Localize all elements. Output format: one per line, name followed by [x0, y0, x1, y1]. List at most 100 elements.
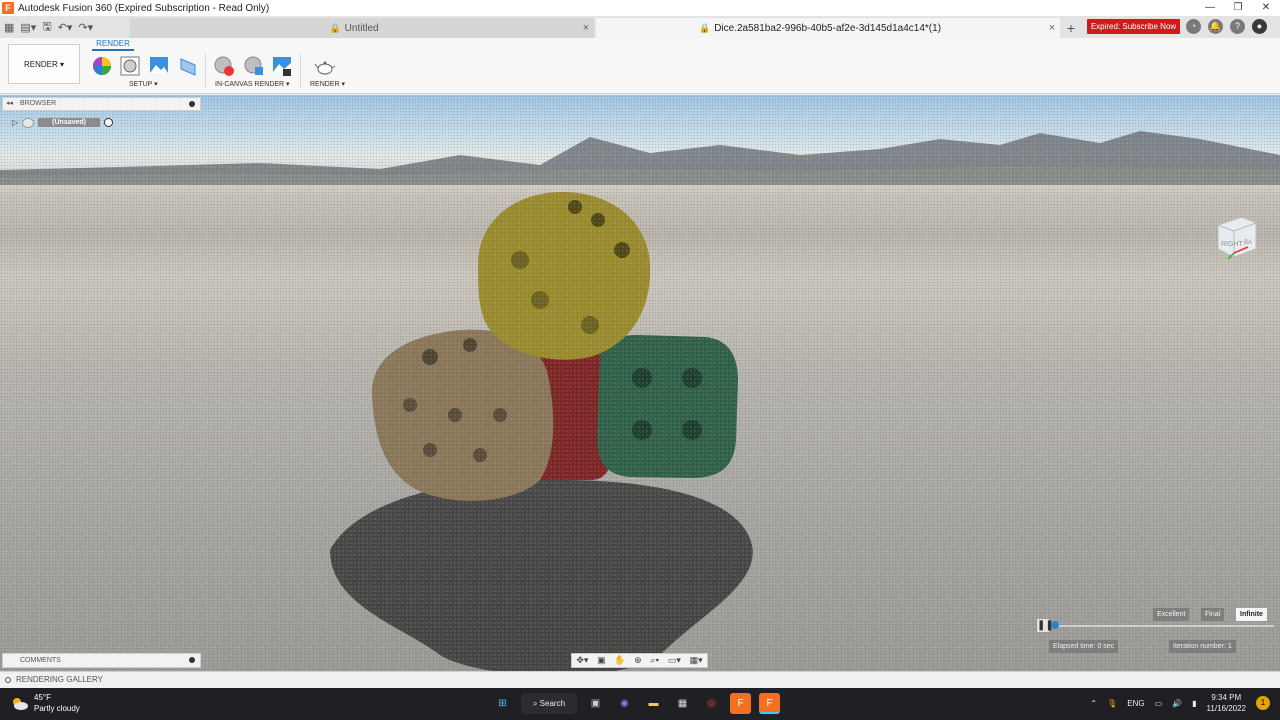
browser-title: BROWSER — [20, 100, 57, 107]
view-cube[interactable]: RIGHT BA — [1214, 213, 1260, 259]
grid-menu-icon[interactable]: ▦ — [4, 21, 14, 34]
quality-infinite[interactable]: Infinite — [1236, 608, 1267, 621]
lock-icon: 🔒 — [698, 22, 711, 33]
fusion-logo-icon: F — [2, 2, 14, 14]
clock-date: 11/16/2022 — [1206, 704, 1246, 713]
notification-badge[interactable]: 1 — [1256, 696, 1270, 710]
tab-untitled[interactable]: 🔒 Untitled × — [130, 18, 594, 38]
close-tab-icon[interactable]: × — [578, 22, 594, 34]
display-settings-icon[interactable]: ▭▾ — [668, 655, 681, 666]
comments-title: COMMENTS — [20, 657, 61, 664]
look-at-icon[interactable]: ▣ — [597, 655, 606, 666]
close-window-button[interactable]: ✕ — [1252, 0, 1280, 16]
browser-root-item[interactable]: ▷ (Unsaved) — [12, 116, 124, 129]
workspace-switcher[interactable]: RENDER ▾ — [8, 44, 80, 84]
pin-icon[interactable] — [189, 101, 195, 107]
tab-dice[interactable]: 🔒 Dice.2a581ba2-996b-40b5-af2e-3d145d1a4c… — [596, 18, 1060, 38]
redo-icon[interactable]: ↷▾ — [78, 21, 93, 34]
battery-icon[interactable]: ▮ — [1192, 699, 1196, 708]
file-menu-icon[interactable]: ▤▾ — [20, 21, 36, 34]
job-status-icon[interactable]: ◔ — [1186, 19, 1201, 34]
windows-taskbar: 45°F Partly cloudy ⊞ ⌕ Search ▣ ◉ ▬ ▦ ◎ … — [0, 688, 1280, 720]
file-explorer-icon[interactable]: ▬ — [643, 693, 664, 714]
search-icon: ⌕ — [532, 699, 540, 708]
lock-icon: 🔒 — [329, 22, 341, 33]
stop-render-icon[interactable] — [213, 55, 235, 77]
network-icon[interactable]: ▭ — [1155, 699, 1163, 708]
language-indicator[interactable]: ENG — [1127, 699, 1144, 708]
fusion-app-icon[interactable]: F — [730, 693, 751, 714]
ribbon-divider — [205, 54, 206, 88]
pause-render-button[interactable]: ❚❚ — [1037, 619, 1054, 632]
volume-icon[interactable]: 🔊 — [1172, 699, 1182, 708]
temperature: 45°F — [34, 693, 51, 702]
render-viewport[interactable]: RIGHT BA — [0, 95, 1280, 671]
fit-icon[interactable]: ⌕▾ — [650, 655, 659, 666]
zoom-icon[interactable]: ⊕ — [634, 655, 642, 666]
fusion-app-active-icon[interactable]: F — [759, 693, 780, 714]
root-item-name[interactable]: (Unsaved) — [38, 118, 100, 127]
scene-settings-icon[interactable] — [119, 55, 141, 77]
pan-icon[interactable]: ✋ — [614, 655, 625, 666]
ribbon-divider — [300, 54, 301, 88]
save-icon[interactable]: 🖫 — [42, 18, 51, 37]
search-label: Search — [539, 699, 566, 708]
windows-start-icon[interactable]: ⊞ — [492, 693, 513, 714]
help-icon[interactable]: ? — [1230, 19, 1245, 34]
partly-cloudy-icon — [13, 698, 28, 710]
teams-chat-icon[interactable]: ◉ — [614, 693, 635, 714]
navigation-bar: ✥▾ ▣ ✋ ⊕ ⌕▾ ▭▾ ▦▾ — [571, 653, 708, 668]
subscribe-button[interactable]: Expired: Subscribe Now — [1087, 19, 1180, 34]
header-right-icons: ◔ 🔔 ? ● — [1186, 19, 1267, 34]
weather-condition: Partly cloudy — [34, 704, 80, 713]
render-teapot-icon[interactable] — [314, 55, 336, 77]
render-settings-icon[interactable] — [243, 55, 265, 77]
tab-label: Untitled — [344, 22, 379, 34]
microphone-icon[interactable]: 🎙 — [1107, 699, 1117, 708]
decal-icon[interactable] — [148, 55, 170, 77]
appearance-icon[interactable] — [91, 55, 113, 77]
orbit-icon[interactable]: ✥▾ — [576, 655, 588, 666]
undo-icon[interactable]: ↶▾ — [58, 21, 73, 34]
capture-image-icon[interactable] — [271, 55, 293, 77]
iteration-number: Iteration number: 1 — [1169, 640, 1236, 653]
system-tray: ⌃ 🎙 ENG ▭ 🔊 ▮ 9:34 PM 11/16/2022 1 — [1090, 692, 1270, 714]
window-title: Autodesk Fusion 360 (Expired Subscriptio… — [18, 2, 270, 14]
in-canvas-render-group-label[interactable]: IN-CANVAS RENDER ▾ — [215, 80, 290, 88]
minimize-button[interactable]: — — [1196, 0, 1224, 16]
progress-knob[interactable] — [1051, 621, 1059, 629]
collapse-browser-icon[interactable]: ◂◂ — [6, 98, 13, 110]
tray-overflow-icon[interactable]: ⌃ — [1090, 699, 1097, 708]
activate-radio-icon[interactable] — [104, 118, 113, 127]
viewcube-back-label: BA — [1244, 240, 1252, 246]
setup-group-label[interactable]: SETUP ▾ — [129, 80, 158, 88]
render-group-label[interactable]: RENDER ▾ — [310, 80, 345, 88]
comments-panel: COMMENTS — [2, 653, 201, 668]
weather-widget[interactable]: 45°F Partly cloudy — [10, 692, 80, 714]
expand-arrow-icon[interactable]: ▷ — [12, 118, 18, 127]
viewcube-right-label: RIGHT — [1221, 241, 1244, 248]
grid-settings-icon[interactable]: ▦▾ — [690, 655, 703, 666]
restore-button[interactable]: ❐ — [1224, 0, 1252, 16]
close-tab-icon[interactable]: × — [1044, 22, 1060, 34]
chrome-icon[interactable]: ◎ — [701, 693, 722, 714]
quality-final[interactable]: Final — [1201, 608, 1225, 621]
notifications-icon[interactable]: 🔔 — [1208, 19, 1223, 34]
quality-excellent[interactable]: Excellent — [1153, 608, 1190, 621]
clock-time: 9:34 PM — [1211, 693, 1242, 702]
texture-map-icon[interactable] — [177, 55, 199, 77]
pin-icon[interactable] — [189, 657, 195, 663]
visibility-eye-icon[interactable] — [22, 117, 35, 128]
gallery-toggle-icon[interactable] — [5, 677, 11, 683]
store-icon[interactable]: ▦ — [672, 693, 693, 714]
task-view-icon[interactable]: ▣ — [585, 693, 606, 714]
taskbar-search[interactable]: ⌕ Search — [521, 693, 577, 714]
title-bar: F Autodesk Fusion 360 (Expired Subscript… — [0, 0, 1280, 16]
avatar[interactable]: ● — [1252, 19, 1267, 34]
new-tab-button[interactable]: + — [1062, 19, 1080, 37]
render-progress-bar — [1052, 625, 1274, 627]
clock[interactable]: 9:34 PM 11/16/2022 — [1207, 692, 1246, 714]
tab-render[interactable]: RENDER — [92, 39, 134, 51]
rendering-gallery-label: RENDERING GALLERY — [16, 675, 103, 684]
rendering-gallery-bar[interactable]: RENDERING GALLERY — [0, 671, 1280, 688]
